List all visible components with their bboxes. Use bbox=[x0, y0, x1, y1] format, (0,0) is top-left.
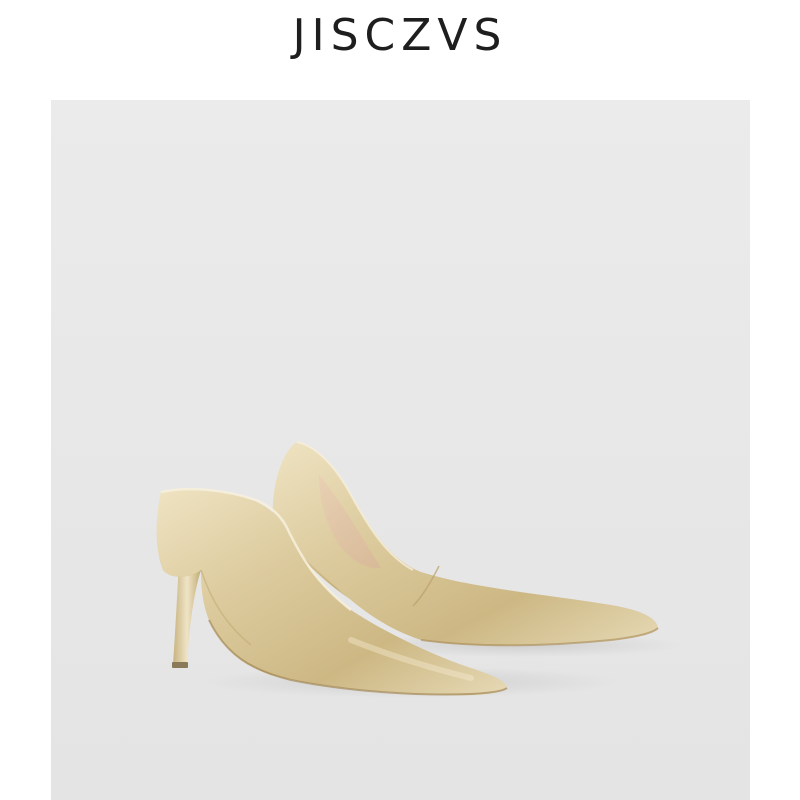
brand-logo: JISCZVS bbox=[292, 10, 508, 61]
product-photo-svg bbox=[156, 441, 681, 698]
product-photo bbox=[51, 100, 750, 800]
